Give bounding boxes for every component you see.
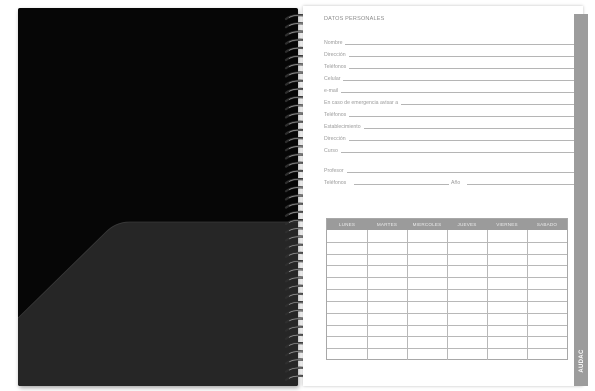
form-field-line xyxy=(341,152,574,153)
timetable-day-header: SABADO xyxy=(536,222,558,227)
notebook-cover xyxy=(18,8,298,386)
form-field-label: Teléfonos xyxy=(324,112,347,118)
form-field-label-year: Año xyxy=(451,180,461,186)
timetable-column-line xyxy=(447,230,448,360)
page-side-tab xyxy=(574,14,588,386)
form-field-line xyxy=(345,44,574,45)
form-field-label: Nombre xyxy=(324,40,343,46)
form-field-label: En caso de emergencia avisar a xyxy=(324,100,399,106)
form-field-line xyxy=(341,92,574,93)
timetable-column-line xyxy=(366,230,368,360)
form-field[interactable]: Teléfonos xyxy=(324,110,574,118)
form-field[interactable]: e-mail xyxy=(324,86,574,94)
form-field-line xyxy=(349,116,574,117)
form-field[interactable]: Nombre xyxy=(324,38,574,46)
form-field[interactable]: Dirección xyxy=(324,134,574,142)
weekly-timetable: LUNES MARTES MIERCOLES JUEVES VIERNES SABADO xyxy=(326,218,568,360)
timetable-column-line xyxy=(527,230,528,360)
form-field-line xyxy=(349,68,574,69)
form-field[interactable]: Curso xyxy=(324,146,574,154)
form-field-label: Celular xyxy=(324,76,341,82)
form-field-label: Dirección xyxy=(324,52,346,58)
form-field-line xyxy=(354,184,449,185)
form-field[interactable]: Teléfonos xyxy=(324,62,574,70)
form-field-line xyxy=(343,80,574,81)
timetable-day-header: MARTES xyxy=(376,222,398,227)
form-field-label: Profesor xyxy=(324,168,344,174)
form-field[interactable]: Celular xyxy=(324,74,574,82)
timetable-grid xyxy=(327,230,567,360)
timetable-day-header: MIERCOLES xyxy=(412,222,442,227)
form-field[interactable]: En caso de emergencia avisar a xyxy=(324,98,574,106)
form-field-label: e-mail xyxy=(324,88,339,94)
form-field-label: Curso xyxy=(324,148,338,154)
form-field-line xyxy=(364,128,574,129)
form-field-line xyxy=(347,172,574,173)
timetable-column-line xyxy=(486,230,488,360)
timetable-day-header: LUNES xyxy=(338,222,356,227)
brand-logo: AUDAC xyxy=(579,349,585,373)
form-field-label: Establecimiento xyxy=(324,124,361,130)
form-field[interactable]: Profesor xyxy=(324,166,574,174)
form-field-label: Dirección xyxy=(324,136,346,142)
form-field-line xyxy=(349,56,574,57)
timetable-day-header: VIERNES xyxy=(496,222,518,227)
form-field-line xyxy=(401,104,574,105)
timetable-header: LUNES MARTES MIERCOLES JUEVES VIERNES SABADO xyxy=(327,219,567,230)
form-field-line xyxy=(349,140,574,141)
form-field[interactable]: Establecimiento xyxy=(324,122,574,130)
form-field[interactable]: Dirección xyxy=(324,50,574,58)
cover-pocket xyxy=(18,221,298,386)
form-field-line xyxy=(467,184,574,185)
notebook-mockup: AUDAC DATOS PERSONALES Nombre Dirección Te… xyxy=(0,0,595,391)
form-field-label: Teléfonos xyxy=(324,64,347,70)
timetable-day-header: JUEVES xyxy=(457,222,477,227)
timetable-column-line xyxy=(406,230,408,360)
form-title: DATOS PERSONALES xyxy=(324,16,385,22)
form-field-phones-year[interactable]: Teléfonos Año xyxy=(324,178,574,186)
form-field-label: Teléfonos xyxy=(324,180,347,186)
